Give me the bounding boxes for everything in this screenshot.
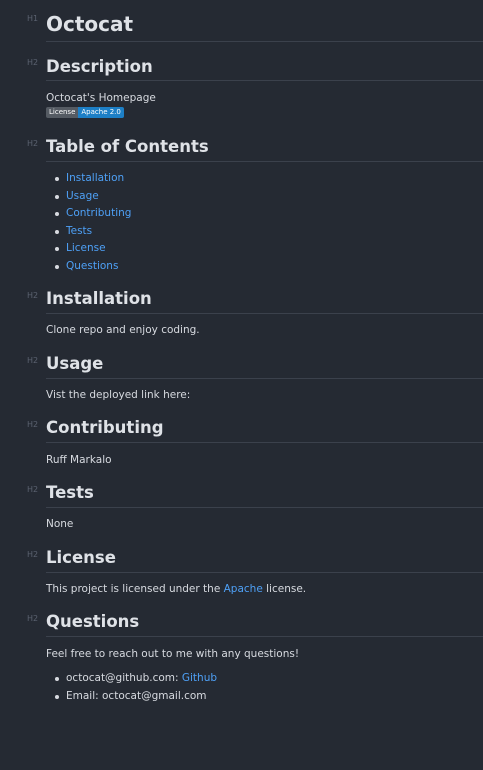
bullet-icon xyxy=(55,694,59,699)
description-divider xyxy=(46,80,483,81)
bullet-icon xyxy=(55,229,59,234)
h1-marker: H1 xyxy=(27,14,39,23)
contributing-divider xyxy=(46,442,483,443)
questions-divider xyxy=(46,636,483,637)
toc-link-installation[interactable]: Installation xyxy=(66,172,124,184)
license-badge-label: License xyxy=(46,107,79,118)
h2-marker: H2 xyxy=(27,356,39,365)
tests-heading: Tests xyxy=(46,483,94,502)
bullet-icon xyxy=(55,264,59,269)
toc-item-tests: Tests xyxy=(46,223,131,241)
bullet-icon xyxy=(55,177,59,181)
contributing-text: Ruff Markalo xyxy=(46,454,112,466)
tests-divider xyxy=(46,507,483,508)
h2-marker: H2 xyxy=(27,291,39,300)
toc-link-tests[interactable]: Tests xyxy=(66,225,92,237)
page-title: Octocat xyxy=(46,12,134,36)
license-text-before: This project is licensed under the xyxy=(46,583,224,595)
h2-marker: H2 xyxy=(27,550,39,559)
contact-item-email: Email: octocat@gmail.com xyxy=(46,688,217,706)
toc-item-usage: Usage xyxy=(46,188,131,206)
toc-item-questions: Questions xyxy=(46,258,131,276)
license-badge[interactable]: License Apache 2.0 xyxy=(46,107,124,118)
bullet-icon xyxy=(55,194,59,199)
h2-marker: H2 xyxy=(27,420,39,429)
markdown-preview: H1 Octocat H2 Description Octocat's Home… xyxy=(0,0,483,770)
toc-item-contributing: Contributing xyxy=(46,205,131,223)
questions-text: Feel free to reach out to me with any qu… xyxy=(46,648,300,660)
h2-marker: H2 xyxy=(27,58,39,67)
usage-heading: Usage xyxy=(46,354,104,373)
h2-marker: H2 xyxy=(27,485,39,494)
usage-divider xyxy=(46,378,483,379)
bullet-icon xyxy=(55,212,59,217)
toc-heading: Table of Contents xyxy=(46,137,209,156)
toc-link-questions[interactable]: Questions xyxy=(66,260,118,272)
license-text-after: license. xyxy=(262,583,307,595)
contributing-heading: Contributing xyxy=(46,418,164,437)
description-text: Octocat's Homepage xyxy=(46,92,156,104)
license-divider xyxy=(46,572,483,573)
license-text: This project is licensed under the Apach… xyxy=(46,583,306,595)
contact-list: octocat@github.com: Github Email: octoca… xyxy=(46,670,217,705)
github-label: octocat@github.com: xyxy=(66,672,182,684)
title-divider xyxy=(46,41,483,42)
installation-divider xyxy=(46,313,483,314)
installation-heading: Installation xyxy=(46,289,152,308)
email-label: Email: octocat@gmail.com xyxy=(66,689,207,702)
contact-item-github: octocat@github.com: Github xyxy=(46,670,217,688)
h2-marker: H2 xyxy=(27,614,39,623)
bullet-icon xyxy=(55,677,59,681)
toc-link-license[interactable]: License xyxy=(66,242,106,254)
questions-heading: Questions xyxy=(46,612,140,631)
apache-link[interactable]: Apache xyxy=(224,583,263,595)
installation-text: Clone repo and enjoy coding. xyxy=(46,324,200,336)
description-heading: Description xyxy=(46,57,153,76)
tests-text: None xyxy=(46,518,74,530)
toc-item-installation: Installation xyxy=(46,170,131,188)
toc-item-license: License xyxy=(46,240,131,258)
license-badge-value: Apache 2.0 xyxy=(78,107,124,118)
toc-link-usage[interactable]: Usage xyxy=(66,190,99,202)
license-heading: License xyxy=(46,548,116,567)
toc-divider xyxy=(46,161,483,162)
bullet-icon xyxy=(55,247,59,252)
h2-marker: H2 xyxy=(27,139,39,148)
toc-link-contributing[interactable]: Contributing xyxy=(66,207,131,219)
github-link[interactable]: Github xyxy=(182,672,217,684)
toc-list: Installation Usage Contributing Tests Li… xyxy=(46,170,131,276)
usage-text: Vist the deployed link here: xyxy=(46,389,191,401)
